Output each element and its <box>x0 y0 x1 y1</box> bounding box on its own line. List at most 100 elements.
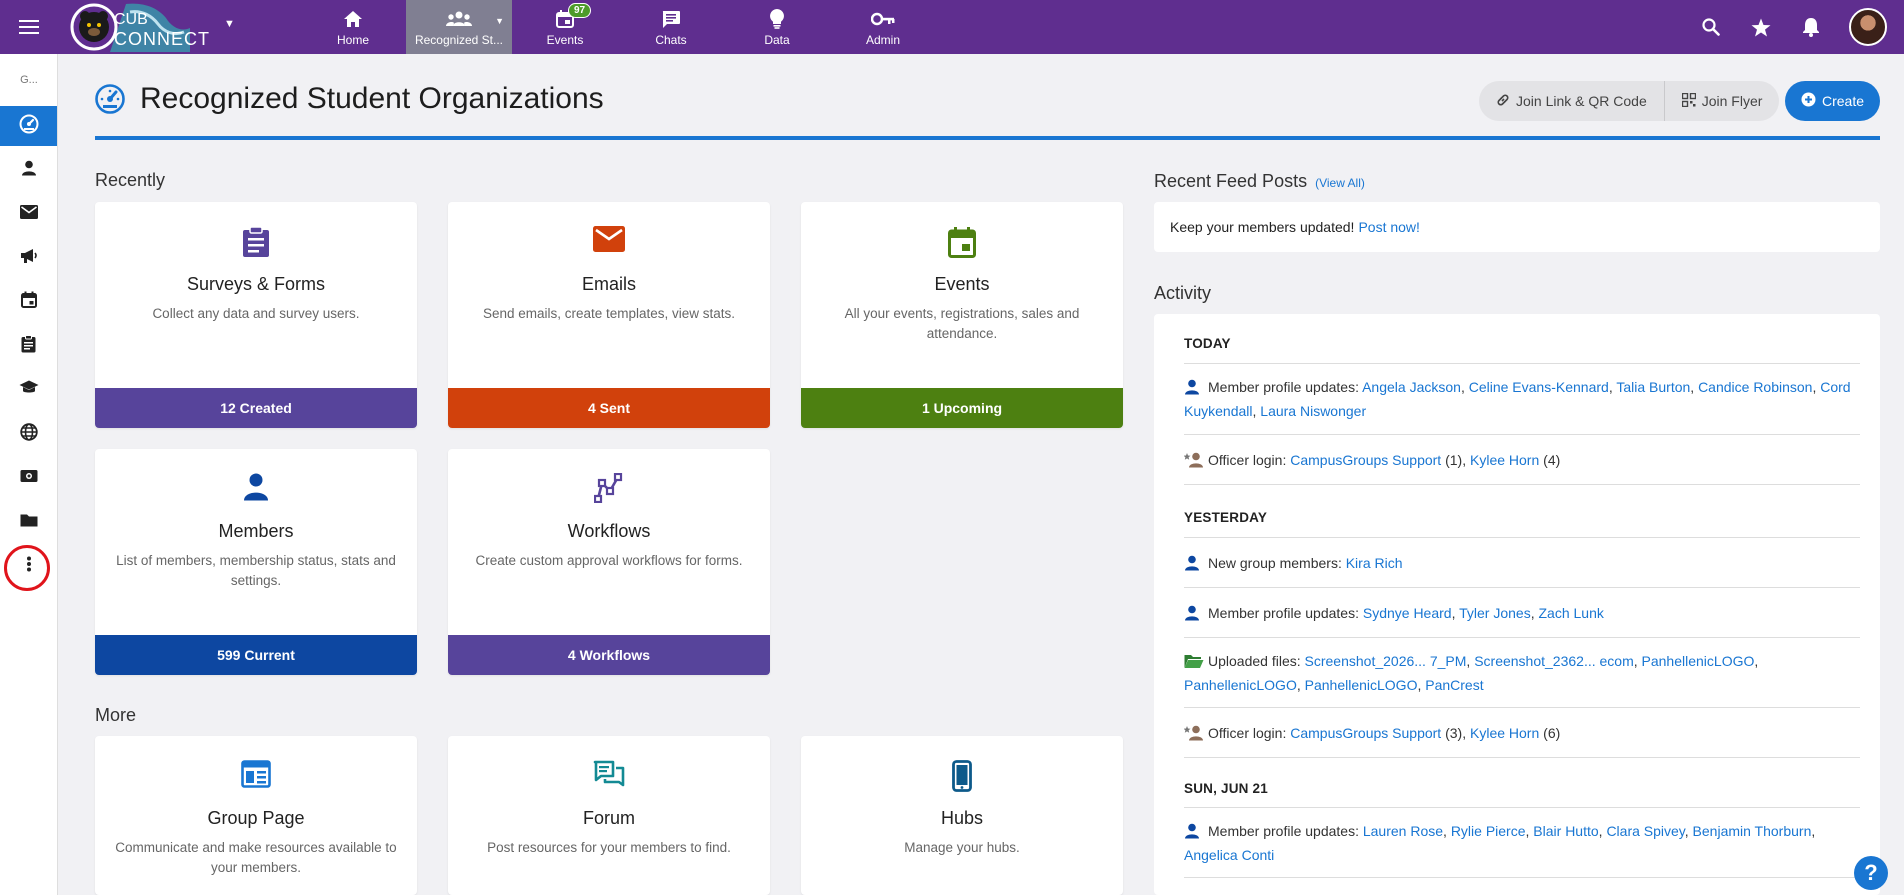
brand-line1: CUB <box>114 11 148 28</box>
card-forum[interactable]: Forum Post resources for your members to… <box>448 736 770 895</box>
activity-text: Member profile updates: <box>1208 604 1359 621</box>
mail-icon <box>19 204 38 224</box>
post-now-link[interactable]: Post now! <box>1358 219 1419 235</box>
key-icon <box>871 7 895 31</box>
chat-icon <box>661 7 681 31</box>
join-link-qr-button[interactable]: Join Link & QR Code <box>1479 81 1664 121</box>
sidebar-item-training[interactable] <box>0 370 57 410</box>
card-footer-count[interactable]: 1 Upcoming <box>801 388 1123 428</box>
money-icon <box>20 469 38 488</box>
top-navigation-bar: CUB CONNECT ▼ Home Recognized St... ▼ Ev… <box>0 0 1904 54</box>
member-link[interactable]: Angela Jackson <box>1362 379 1461 395</box>
nav-admin[interactable]: Admin <box>830 0 936 54</box>
page-title: Recognized Student Organizations <box>140 82 604 115</box>
activity-item: Officer login: CampusGroups Support (1),… <box>1183 435 1860 485</box>
hamburger-menu-icon[interactable] <box>16 14 42 40</box>
sidebar-item-files[interactable] <box>0 502 57 542</box>
officer-link[interactable]: CampusGroups Support <box>1290 725 1441 741</box>
member-link[interactable]: Celine Evans-Kennard <box>1469 379 1609 395</box>
join-link-label: Join Link & QR Code <box>1516 93 1647 109</box>
card-description: List of members, membership status, stat… <box>116 553 396 588</box>
card-hubs[interactable]: Hubs Manage your hubs. <box>801 736 1123 895</box>
card-members[interactable]: Members List of members, membership stat… <box>95 449 417 675</box>
sidebar-item-website[interactable] <box>0 414 57 454</box>
person-icon <box>1184 554 1204 570</box>
sidebar-item-dashboard[interactable] <box>0 106 57 146</box>
activity-text: New group members: <box>1208 554 1342 571</box>
officer-link[interactable]: Kylee Horn <box>1470 725 1539 741</box>
sidebar-item-events[interactable] <box>0 282 57 322</box>
sidebar-item-members[interactable] <box>0 150 57 190</box>
card-footer-count[interactable]: 4 Workflows <box>448 635 770 675</box>
officer-link[interactable]: Kylee Horn <box>1470 452 1539 468</box>
feed-post-prompt: Keep your members updated! Post now! <box>1154 202 1880 252</box>
officer-link[interactable]: CampusGroups Support <box>1290 452 1441 468</box>
card-footer-count[interactable]: 12 Created <box>95 388 417 428</box>
card-group-page[interactable]: Group Page Communicate and make resource… <box>95 736 417 895</box>
file-link[interactable]: PanhellenicLOGO <box>1184 677 1297 693</box>
card-footer-count[interactable]: 4 Sent <box>448 388 770 428</box>
card-surveys-forms[interactable]: Surveys & Forms Collect any data and sur… <box>95 202 417 428</box>
nav-home[interactable]: Home <box>300 0 406 54</box>
main-nav: Home Recognized St... ▼ Events 97 Chats <box>300 0 936 54</box>
member-link[interactable]: Talia Burton <box>1616 379 1690 395</box>
activity-day-header: YESTERDAY <box>1184 485 1860 538</box>
star-icon[interactable] <box>1748 14 1774 40</box>
member-link[interactable]: Rylie Pierce <box>1451 823 1526 839</box>
recently-title: Recently <box>95 170 166 190</box>
sidebar-item-announcements[interactable] <box>0 238 57 278</box>
search-icon[interactable] <box>1698 14 1724 40</box>
member-link[interactable]: Sydnye Heard <box>1363 605 1452 621</box>
card-workflows[interactable]: Workflows Create custom approval workflo… <box>448 449 770 675</box>
member-link[interactable]: Angelica Conti <box>1184 847 1274 863</box>
nav-events[interactable]: Events 97 <box>512 0 618 54</box>
file-link[interactable]: PanCrest <box>1425 677 1483 693</box>
member-link[interactable]: Kira Rich <box>1346 555 1403 571</box>
logo-dropdown-caret-icon[interactable]: ▼ <box>224 18 235 30</box>
card-description: Send emails, create templates, view stat… <box>482 306 736 321</box>
sidebar-item-emails[interactable] <box>0 194 57 234</box>
login-count: (6) <box>1543 724 1561 741</box>
nav-data[interactable]: Data <box>724 0 830 54</box>
file-link[interactable]: PanhellenicLOGO <box>1642 653 1755 669</box>
user-avatar[interactable] <box>1848 7 1888 47</box>
sidebar-item-forms[interactable] <box>0 326 57 366</box>
forum-icon <box>448 760 770 788</box>
nav-chats[interactable]: Chats <box>618 0 724 54</box>
help-button[interactable]: ? <box>1854 856 1888 890</box>
person-icon <box>21 160 37 181</box>
member-link[interactable]: Blair Hutto <box>1533 823 1598 839</box>
view-all-link[interactable]: (View All) <box>1315 176 1365 190</box>
member-link[interactable]: Clara Spivey <box>1606 823 1684 839</box>
activity-text: Member profile updates: <box>1208 379 1359 395</box>
member-link[interactable]: Benjamin Thorburn <box>1693 823 1812 839</box>
nav-label: Recognized St... <box>414 33 504 47</box>
clipboard-icon <box>21 334 36 358</box>
mail-icon <box>448 226 770 252</box>
home-icon <box>343 7 363 31</box>
member-link[interactable]: Laura Niswonger <box>1260 403 1366 419</box>
bell-icon[interactable] <box>1798 14 1824 40</box>
web-page-icon <box>95 760 417 788</box>
card-description: Create custom approval workflows for for… <box>475 553 743 568</box>
member-link[interactable]: Lauren Rose <box>1363 823 1443 839</box>
file-link[interactable]: Screenshot_2362... ecom <box>1474 653 1634 669</box>
member-link[interactable]: Candice Robinson <box>1698 379 1812 395</box>
top-right-actions <box>1698 0 1888 54</box>
join-flyer-button[interactable]: Join Flyer <box>1663 81 1780 121</box>
nav-label: Home <box>336 33 369 47</box>
card-footer-count[interactable]: 599 Current <box>95 635 417 675</box>
sidebar-item-finance[interactable] <box>0 458 57 498</box>
file-link[interactable]: Screenshot_2026... 7_PM <box>1305 653 1467 669</box>
person-icon <box>1184 604 1204 620</box>
file-link[interactable]: PanhellenicLOGO <box>1305 677 1418 693</box>
create-button[interactable]: Create <box>1785 81 1880 121</box>
card-emails[interactable]: Emails Send emails, create templates, vi… <box>448 202 770 428</box>
cub-connect-logo[interactable]: CUB CONNECT <box>70 2 230 52</box>
member-link[interactable]: Tyler Jones <box>1459 605 1531 621</box>
activity-item: Officer login: CampusGroups Support (3),… <box>1183 708 1860 758</box>
nav-recognized-student-orgs[interactable]: Recognized St... ▼ <box>406 0 512 54</box>
card-events[interactable]: Events All your events, registrations, s… <box>801 202 1123 428</box>
calendar-icon <box>20 291 37 313</box>
member-link[interactable]: Zach Lunk <box>1538 605 1603 621</box>
